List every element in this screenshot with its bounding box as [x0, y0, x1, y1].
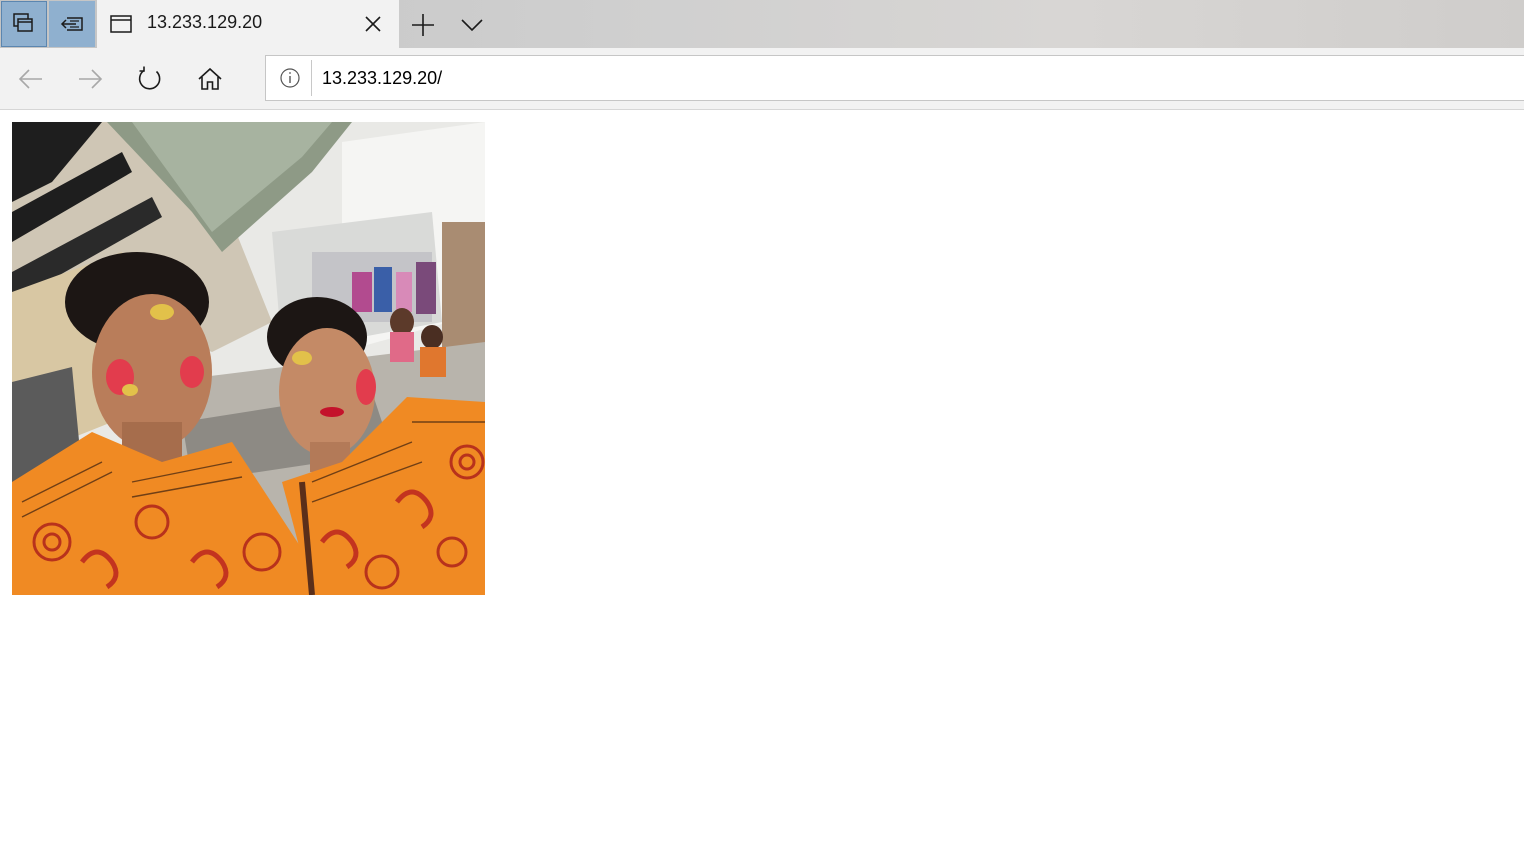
address-bar-separator — [311, 60, 312, 96]
plus-icon[interactable] — [410, 12, 436, 38]
home-icon[interactable] — [196, 65, 224, 93]
address-bar[interactable]: 13.233.129.20/ — [265, 55, 1524, 101]
tabs-aside-icon — [13, 13, 33, 32]
navigation-bar: 13.233.129.20/ — [0, 48, 1524, 110]
page-content — [0, 110, 1524, 862]
selfie-photo — [12, 122, 485, 595]
set-tabs-aside-button[interactable] — [1, 1, 47, 47]
url-text[interactable]: 13.233.129.20/ — [322, 68, 442, 89]
page-icon — [110, 15, 132, 33]
show-tabs-aside-button[interactable] — [49, 1, 95, 47]
close-icon[interactable] — [363, 14, 383, 34]
back-arrow-icon[interactable] — [17, 65, 45, 93]
tab-bar: 13.233.129.20 — [0, 0, 1524, 48]
active-tab[interactable]: 13.233.129.20 — [97, 0, 399, 48]
show-tabs-aside-icon — [60, 17, 83, 31]
refresh-icon[interactable] — [136, 65, 164, 93]
chevron-down-icon[interactable] — [460, 14, 484, 36]
info-icon[interactable] — [279, 67, 301, 89]
tab-title: 13.233.129.20 — [147, 12, 263, 32]
forward-arrow-icon[interactable] — [76, 65, 104, 93]
